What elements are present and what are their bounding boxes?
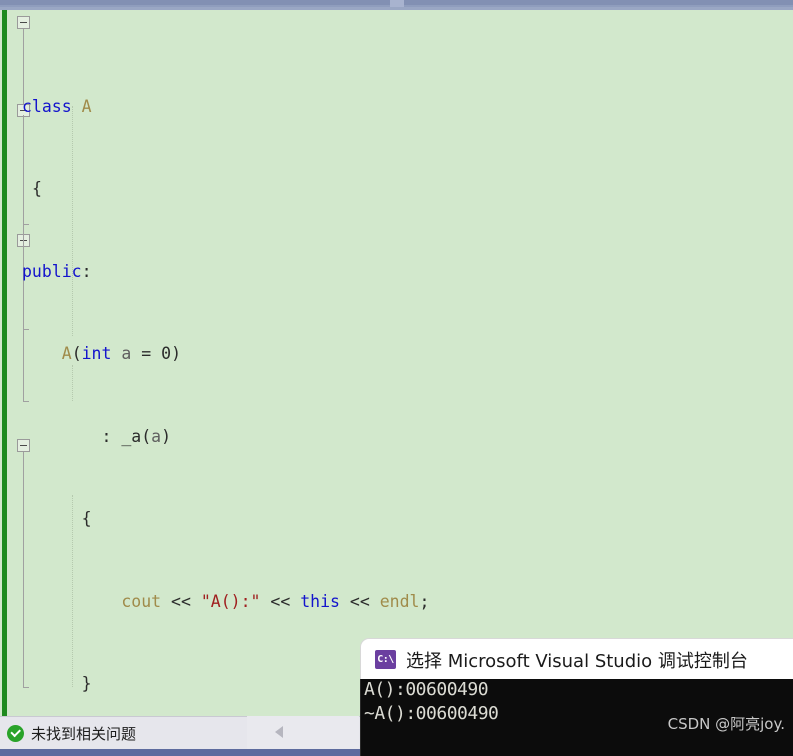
cmd-prompt-icon: C:\: [375, 650, 396, 669]
horizontal-scrollbar[interactable]: [247, 716, 359, 749]
code-line[interactable]: cout << "A():" << this << endl;: [0, 588, 793, 616]
code-line[interactable]: : _a(a): [0, 423, 793, 451]
code-text[interactable]: class A { public: A(int a = 0) : _a(a) {…: [0, 10, 793, 716]
top-scrollbar[interactable]: [0, 0, 793, 10]
code-line[interactable]: {: [0, 505, 793, 533]
console-output-line: ~A():00600490: [364, 703, 499, 724]
console-output-area[interactable]: A():00600490 ~A():00600490 CSDN @阿亮joy.: [360, 679, 793, 756]
code-editor[interactable]: class A { public: A(int a = 0) : _a(a) {…: [0, 10, 793, 716]
code-line[interactable]: A(int a = 0): [0, 340, 793, 368]
code-line[interactable]: public:: [0, 258, 793, 286]
debug-console-window[interactable]: C:\ 选择 Microsoft Visual Studio 调试控制台 A()…: [360, 638, 793, 756]
watermark: CSDN @阿亮joy.: [667, 715, 785, 733]
status-message: 未找到相关问题: [31, 725, 137, 743]
vs-editor-screenshot: class A { public: A(int a = 0) : _a(a) {…: [0, 0, 793, 756]
console-output-line: A():00600490: [364, 679, 489, 700]
code-line[interactable]: class A: [0, 93, 793, 121]
check-circle-icon: [7, 725, 24, 742]
console-title-bar[interactable]: C:\ 选择 Microsoft Visual Studio 调试控制台: [360, 638, 793, 679]
chevron-left-icon[interactable]: [275, 726, 283, 738]
console-title-text: 选择 Microsoft Visual Studio 调试控制台: [406, 651, 748, 672]
code-line[interactable]: {: [0, 175, 793, 203]
